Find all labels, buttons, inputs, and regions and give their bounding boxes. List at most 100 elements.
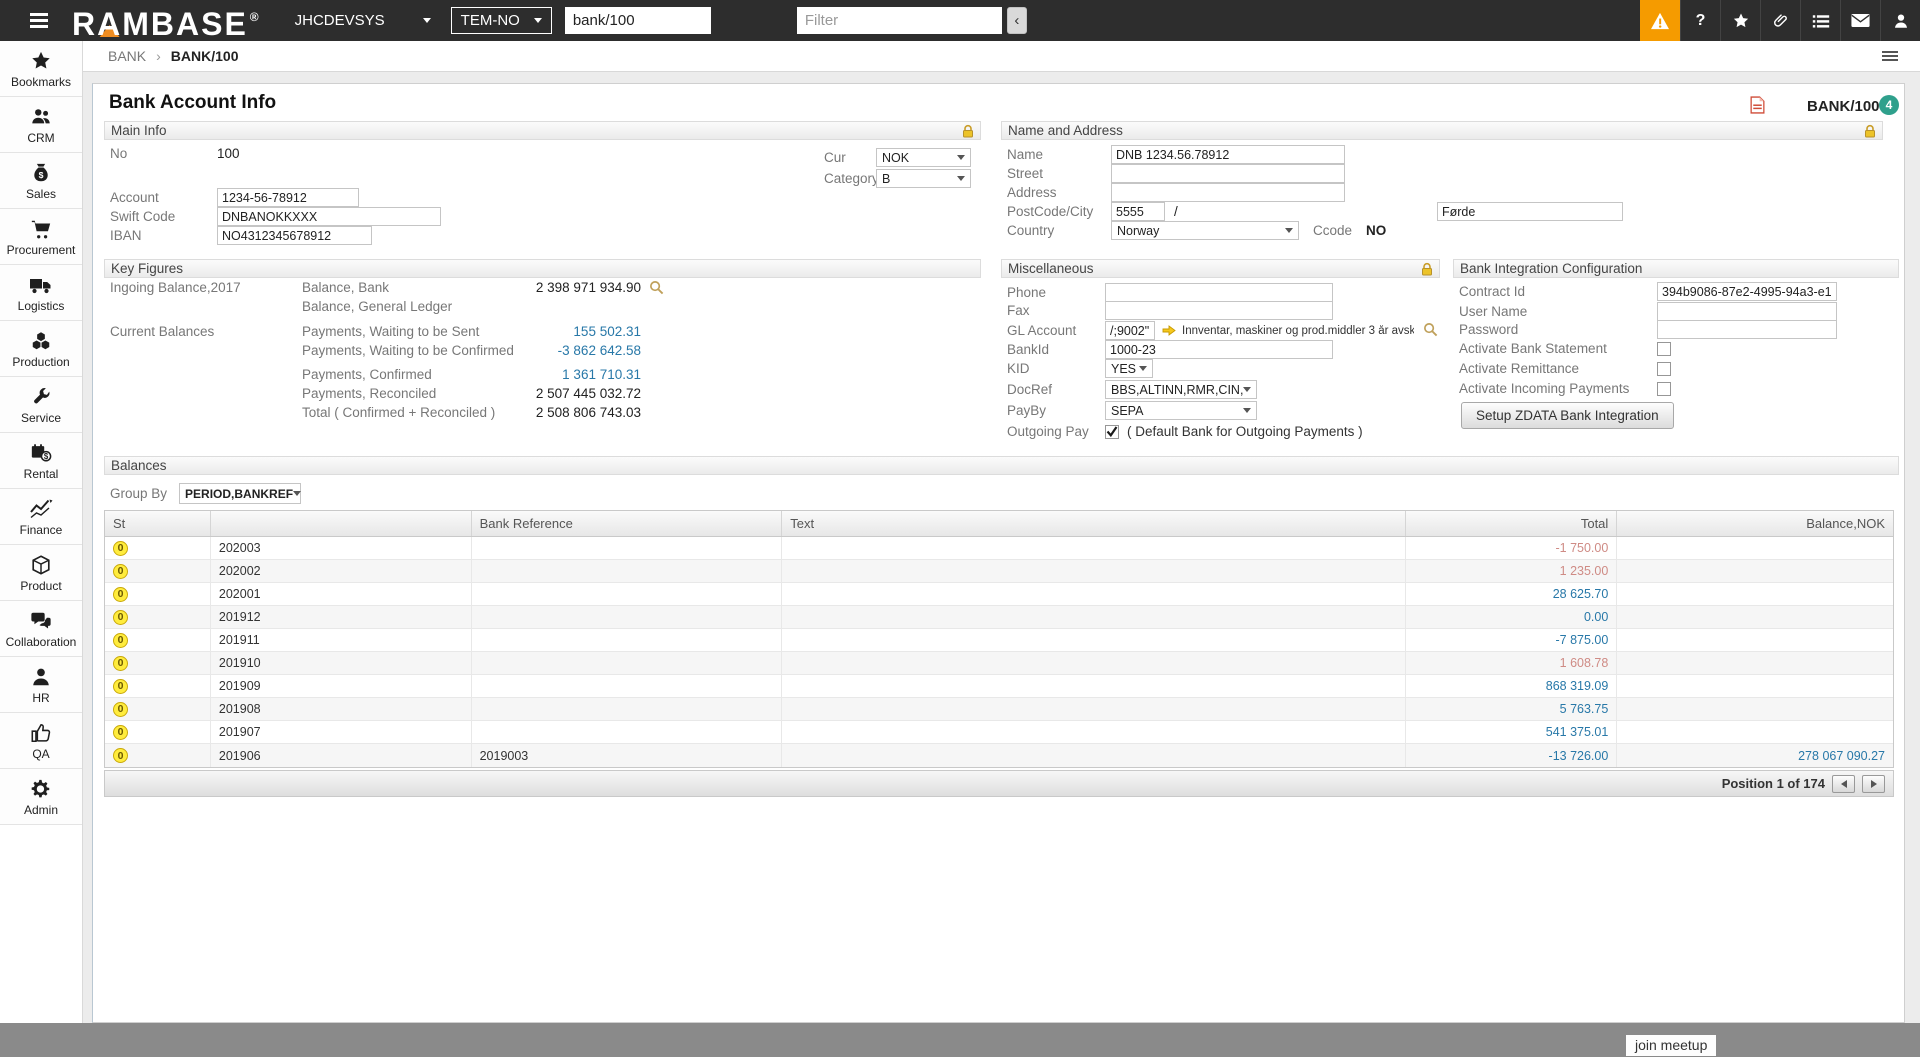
fax-input[interactable] [1105, 301, 1333, 320]
currency-select[interactable]: NOK [876, 148, 971, 167]
sidebar-item-crm[interactable]: CRM [0, 97, 82, 153]
previous-page-button[interactable] [1832, 775, 1855, 793]
table-row[interactable]: 0 201906 2019003 -13 726.00 278 067 090.… [105, 744, 1893, 767]
password-input[interactable] [1657, 320, 1837, 339]
column-header-st[interactable]: St [105, 511, 210, 536]
row-balance: 278 067 090.27 [1616, 744, 1893, 767]
column-header-balance-nok[interactable]: Balance,NOK [1616, 511, 1893, 536]
sidebar-item-collaboration[interactable]: Collaboration [0, 601, 82, 657]
moneybag-icon: $ [30, 161, 52, 185]
table-row[interactable]: 0 201911 -7 875.00 [105, 629, 1893, 652]
setup-zdata-button[interactable]: Setup ZDATA Bank Integration [1461, 402, 1674, 429]
account-input[interactable] [217, 188, 359, 207]
bankid-label: BankId [1007, 342, 1105, 357]
gl-account-input[interactable] [1105, 321, 1155, 340]
iban-input[interactable] [217, 226, 372, 245]
sidebar-item-product[interactable]: Product [0, 545, 82, 601]
address-input[interactable] [1111, 183, 1345, 202]
column-header-period[interactable] [210, 511, 471, 536]
table-row[interactable]: 0 202002 1 235.00 [105, 560, 1893, 583]
section-balances: Balances Group By PERIOD,BANKREF St Bank… [104, 456, 1899, 805]
street-input[interactable] [1111, 164, 1345, 183]
sidebar-item-procurement[interactable]: Procurement [0, 209, 82, 265]
sidebar-item-qa[interactable]: QA [0, 713, 82, 769]
context-menu-icon[interactable] [1882, 51, 1898, 61]
activate-remittance-checkbox[interactable] [1657, 362, 1671, 376]
row-total: 541 375.01 [1405, 721, 1617, 743]
next-page-button[interactable] [1862, 775, 1885, 793]
magnifier-icon[interactable] [1423, 322, 1438, 340]
sidebar-item-admin[interactable]: Admin [0, 769, 82, 825]
breadcrumb-current: BANK/100 [171, 48, 239, 64]
column-header-bank-reference[interactable]: Bank Reference [471, 511, 782, 536]
command-input[interactable] [565, 7, 711, 34]
table-row[interactable]: 0 201909 868 319.09 [105, 675, 1893, 698]
column-header-text[interactable]: Text [781, 511, 1404, 536]
magnifier-icon[interactable] [649, 280, 664, 298]
chevron-down-icon[interactable] [423, 18, 431, 23]
sidebar-item-bookmarks[interactable]: Bookmarks [0, 41, 82, 97]
database-select[interactable]: TEM-NO [451, 7, 552, 34]
attachments-button[interactable] [1760, 0, 1800, 41]
contract-id-input[interactable] [1657, 282, 1837, 301]
table-row[interactable]: 0 201908 5 763.75 [105, 698, 1893, 721]
outgoing-pay-checkbox[interactable] [1105, 425, 1119, 439]
sidebar-item-sales[interactable]: $ Sales [0, 153, 82, 209]
topbar: RAMBASE® JHCDEVSYS TEM-NO ‹ ? [0, 0, 1920, 41]
sidebar-item-service[interactable]: Service [0, 377, 82, 433]
table-row[interactable]: 0 202003 -1 750.00 [105, 537, 1893, 560]
sidebar-item-finance[interactable]: Finance [0, 489, 82, 545]
phone-input[interactable] [1105, 283, 1333, 302]
truck-icon [29, 273, 53, 297]
pdf-icon[interactable] [1750, 96, 1765, 119]
bankid-input[interactable] [1105, 340, 1333, 359]
activate-bank-statement-checkbox[interactable] [1657, 342, 1671, 356]
table-row[interactable]: 0 201907 541 375.01 [105, 721, 1893, 744]
kf-label: Payments, Confirmed [302, 367, 432, 382]
user-name-input[interactable] [1657, 302, 1837, 321]
section-title: Balances [111, 458, 167, 473]
activate-incoming-payments-checkbox[interactable] [1657, 382, 1671, 396]
kid-select[interactable]: YES [1105, 359, 1153, 378]
sidebar-item-logistics[interactable]: Logistics [0, 265, 82, 321]
messages-button[interactable] [1840, 0, 1880, 41]
filter-input[interactable] [797, 7, 1002, 34]
column-header-total[interactable]: Total [1405, 511, 1617, 536]
goto-arrow-icon[interactable] [1162, 324, 1176, 337]
help-button[interactable]: ? [1680, 0, 1720, 41]
wrench-icon [30, 385, 52, 409]
system-name[interactable]: JHCDEVSYS [295, 12, 385, 29]
menu-icon[interactable] [30, 13, 48, 28]
table-row[interactable]: 0 201910 1 608.78 [105, 652, 1893, 675]
row-bank-reference [471, 537, 782, 559]
sidebar-item-rental[interactable]: $ Rental [0, 433, 82, 489]
group-by-select[interactable]: PERIOD,BANKREF [179, 483, 301, 504]
sidebar-item-production[interactable]: Production [0, 321, 82, 377]
country-select[interactable]: Norway [1111, 221, 1299, 240]
table-row[interactable]: 0 201912 0.00 [105, 606, 1893, 629]
cubes-icon [29, 329, 53, 353]
account-button[interactable] [1880, 0, 1920, 41]
row-bank-reference [471, 560, 782, 582]
table-row[interactable]: 0 202001 28 625.70 [105, 583, 1893, 606]
favorites-button[interactable] [1720, 0, 1760, 41]
chevron-down-icon [957, 155, 965, 160]
alerts-button[interactable] [1640, 0, 1680, 41]
tasks-button[interactable] [1800, 0, 1840, 41]
city-input[interactable] [1437, 202, 1623, 221]
breadcrumb-root-link[interactable]: BANK [108, 48, 146, 64]
rambase-logo[interactable]: RAMBASE® [72, 0, 259, 45]
category-label: Category [824, 171, 876, 186]
revision-badge[interactable]: 4 [1879, 95, 1899, 115]
collapse-filter-button[interactable]: ‹ [1007, 7, 1027, 34]
star-icon [29, 49, 53, 73]
payby-select[interactable]: SEPA [1105, 401, 1257, 420]
iban-label: IBAN [110, 228, 217, 243]
sidebar-item-hr[interactable]: HR [0, 657, 82, 713]
category-select[interactable]: B [876, 169, 971, 188]
docref-select[interactable]: BBS,ALTINN,RMR,CIN,COA, [1105, 380, 1257, 399]
postcode-input[interactable] [1111, 202, 1165, 221]
chevron-down-icon [1243, 408, 1251, 413]
swift-code-input[interactable] [217, 207, 441, 226]
name-input[interactable] [1111, 145, 1345, 164]
